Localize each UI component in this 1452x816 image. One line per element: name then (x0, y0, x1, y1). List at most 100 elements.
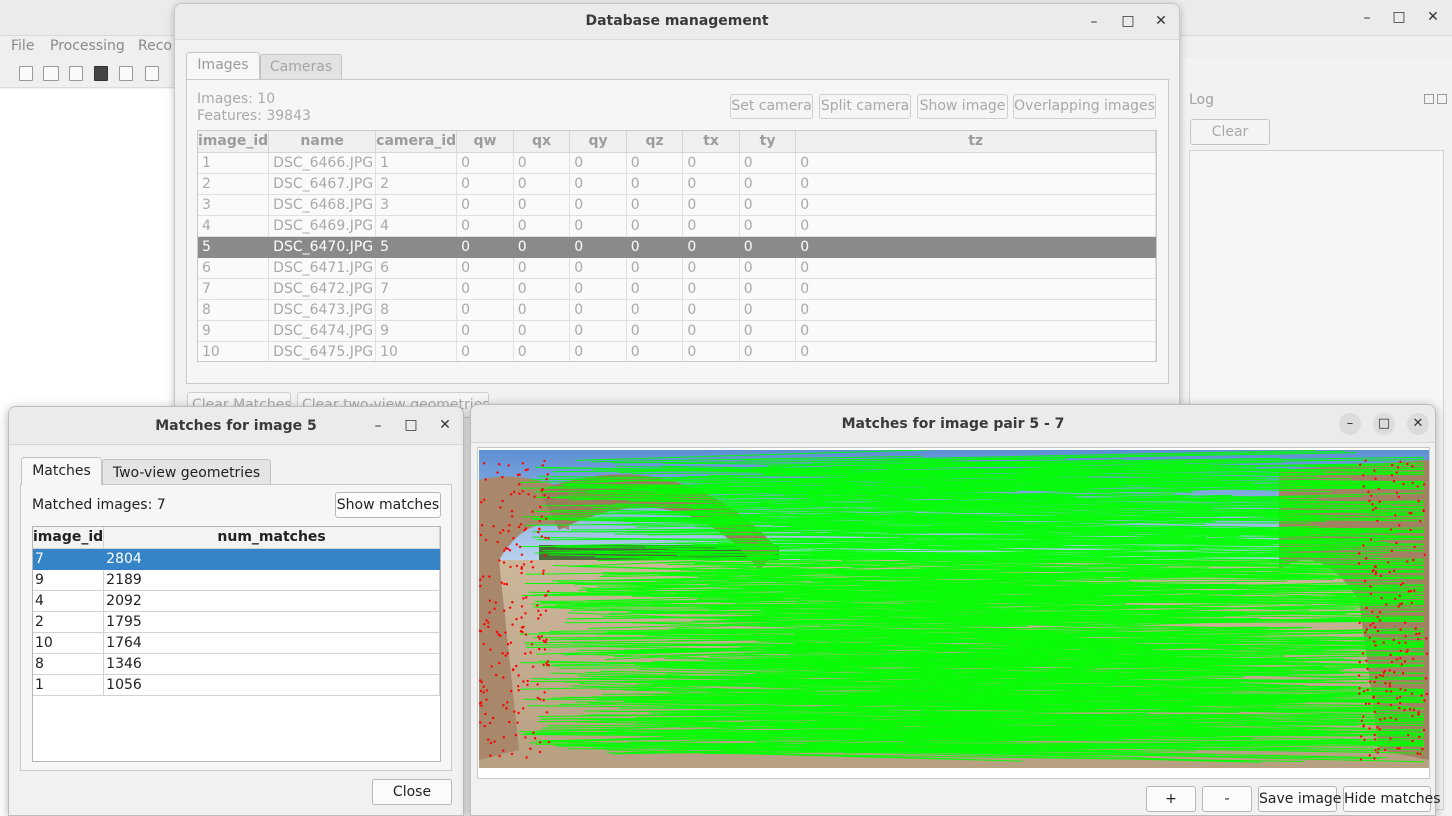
cell-qx: 0 (513, 236, 571, 258)
hide-matches-button[interactable]: Hide matches (1343, 786, 1441, 812)
undock-icon[interactable] (1424, 94, 1434, 104)
keypoint (512, 537, 515, 540)
column-header-qw[interactable]: qw (456, 131, 514, 153)
keypoint (1366, 667, 1369, 671)
new-project-icon[interactable] (19, 66, 33, 81)
table-row[interactable]: 1 1056 (33, 674, 440, 696)
close-icon[interactable]: ✕ (1407, 413, 1429, 435)
minimize-icon[interactable]: – (1085, 13, 1103, 31)
open-project-icon[interactable] (43, 66, 59, 81)
table-row[interactable]: 2 DSC_6467.JPG 2 0 0 0 0 0 0 0 (198, 173, 1156, 195)
keypoint (1419, 520, 1422, 523)
table-row[interactable]: 4 2092 (33, 590, 440, 612)
column-header-num-matches[interactable]: num_matches (103, 527, 440, 549)
column-header-camera-id[interactable]: camera_id (375, 131, 458, 153)
log-clear-button[interactable]: Clear (1190, 119, 1270, 145)
images-table[interactable]: image_id name camera_id qw qx qy qz tx t… (197, 130, 1157, 362)
table-row[interactable]: 8 1346 (33, 653, 440, 675)
column-header-name[interactable]: name (268, 131, 377, 153)
close-icon[interactable]: ✕ (1424, 8, 1442, 26)
table-row[interactable]: 8 DSC_6473.JPG 8 0 0 0 0 0 0 0 (198, 299, 1156, 321)
dock-close-icon[interactable] (1437, 94, 1447, 104)
close-icon[interactable]: ✕ (1152, 12, 1170, 30)
keypoint (1395, 697, 1399, 700)
maximize-icon[interactable]: □ (1390, 8, 1408, 26)
keypoint (533, 495, 536, 498)
tab-two-view-geometries[interactable]: Two-view geometries (102, 459, 271, 487)
table-row[interactable]: 9 2189 (33, 569, 440, 591)
cell-name: DSC_6467.JPG (268, 173, 377, 195)
keypoint (1418, 735, 1421, 739)
keypoint (1373, 680, 1376, 684)
export-icon[interactable] (145, 66, 159, 81)
cell-num-matches: 2092 (103, 590, 440, 612)
minimize-icon[interactable]: – (369, 417, 387, 435)
keypoint (519, 523, 523, 526)
table-row[interactable]: 10 DSC_6475.JPG 10 0 0 0 0 0 0 0 (198, 341, 1156, 361)
close-icon[interactable]: ✕ (436, 416, 454, 434)
tab-matches[interactable]: Matches (21, 457, 102, 485)
import-icon[interactable] (119, 66, 133, 81)
table-row[interactable]: 7 DSC_6472.JPG 7 0 0 0 0 0 0 0 (198, 278, 1156, 300)
match-line (589, 732, 1246, 735)
cell-ty: 0 (739, 152, 797, 174)
menu-processing[interactable]: Processing (50, 38, 125, 54)
table-row[interactable]: 1 DSC_6466.JPG 1 0 0 0 0 0 0 0 (198, 152, 1156, 174)
edit-project-icon[interactable] (69, 66, 83, 81)
cell-camera-id: 1 (375, 152, 458, 174)
keypoint (513, 490, 516, 494)
zoom-in-button[interactable]: + (1146, 786, 1196, 812)
keypoint (502, 676, 505, 679)
minimize-icon[interactable]: – (1339, 413, 1361, 435)
zoom-out-button[interactable]: - (1202, 786, 1252, 812)
show-matches-button[interactable]: Show matches (335, 492, 441, 518)
column-header-qz[interactable]: qz (626, 131, 684, 153)
keypoint (1372, 508, 1375, 512)
table-row[interactable]: 4 DSC_6469.JPG 4 0 0 0 0 0 0 0 (198, 215, 1156, 237)
show-image-button[interactable]: Show image (917, 94, 1008, 119)
table-row[interactable]: 5 DSC_6470.JPG 5 0 0 0 0 0 0 0 (198, 236, 1156, 258)
minimize-icon[interactable]: – (1358, 9, 1376, 27)
keypoint (1405, 650, 1408, 654)
table-row[interactable]: 2 1795 (33, 611, 440, 633)
tab-cameras[interactable]: Cameras (260, 54, 342, 81)
maximize-icon[interactable]: □ (1373, 413, 1395, 435)
maximize-icon[interactable]: □ (402, 416, 420, 434)
keypoint (1404, 635, 1407, 638)
keypoint (1391, 463, 1394, 467)
save-image-button[interactable]: Save image (1258, 786, 1341, 812)
column-header-tx[interactable]: tx (682, 131, 740, 153)
menu-file[interactable]: File (11, 38, 34, 54)
keypoint (546, 473, 549, 476)
column-header-ty[interactable]: ty (739, 131, 797, 153)
keypoint (511, 601, 514, 604)
maximize-icon[interactable]: □ (1119, 12, 1137, 30)
column-header-image-id[interactable]: image_id (33, 527, 105, 549)
overlapping-images-button[interactable]: Overlapping images (1013, 94, 1156, 119)
column-header-image-id[interactable]: image_id (198, 131, 270, 153)
set-camera-button[interactable]: Set camera (730, 94, 813, 119)
save-project-icon[interactable] (94, 66, 108, 81)
table-row[interactable]: 9 DSC_6474.JPG 9 0 0 0 0 0 0 0 (198, 320, 1156, 342)
table-row[interactable]: 7 2804 (33, 548, 440, 570)
matched-images-table[interactable]: image_id num_matches 7 2804 9 2189 4 2092 2 179… (32, 526, 441, 762)
match-visualization-view[interactable] (477, 447, 1430, 779)
keypoint (545, 594, 548, 597)
menu-reconstruction[interactable]: Reco (138, 38, 172, 54)
column-header-tz[interactable]: tz (795, 131, 1156, 153)
cell-qx: 0 (513, 194, 571, 216)
keypoint (479, 721, 482, 724)
cell-qw: 0 (456, 320, 514, 342)
close-button[interactable]: Close (372, 779, 452, 805)
keypoint (1357, 562, 1361, 565)
column-header-qx[interactable]: qx (513, 131, 571, 153)
split-camera-button[interactable]: Split camera (819, 94, 911, 119)
cell-qw: 0 (456, 173, 514, 195)
cell-ty: 0 (739, 320, 797, 342)
table-row[interactable]: 10 1764 (33, 632, 440, 654)
tab-images[interactable]: Images (186, 52, 260, 79)
table-row[interactable]: 3 DSC_6468.JPG 3 0 0 0 0 0 0 0 (198, 194, 1156, 216)
column-header-qy[interactable]: qy (569, 131, 627, 153)
cell-camera-id: 3 (375, 194, 458, 216)
table-row[interactable]: 6 DSC_6471.JPG 6 0 0 0 0 0 0 0 (198, 257, 1156, 279)
